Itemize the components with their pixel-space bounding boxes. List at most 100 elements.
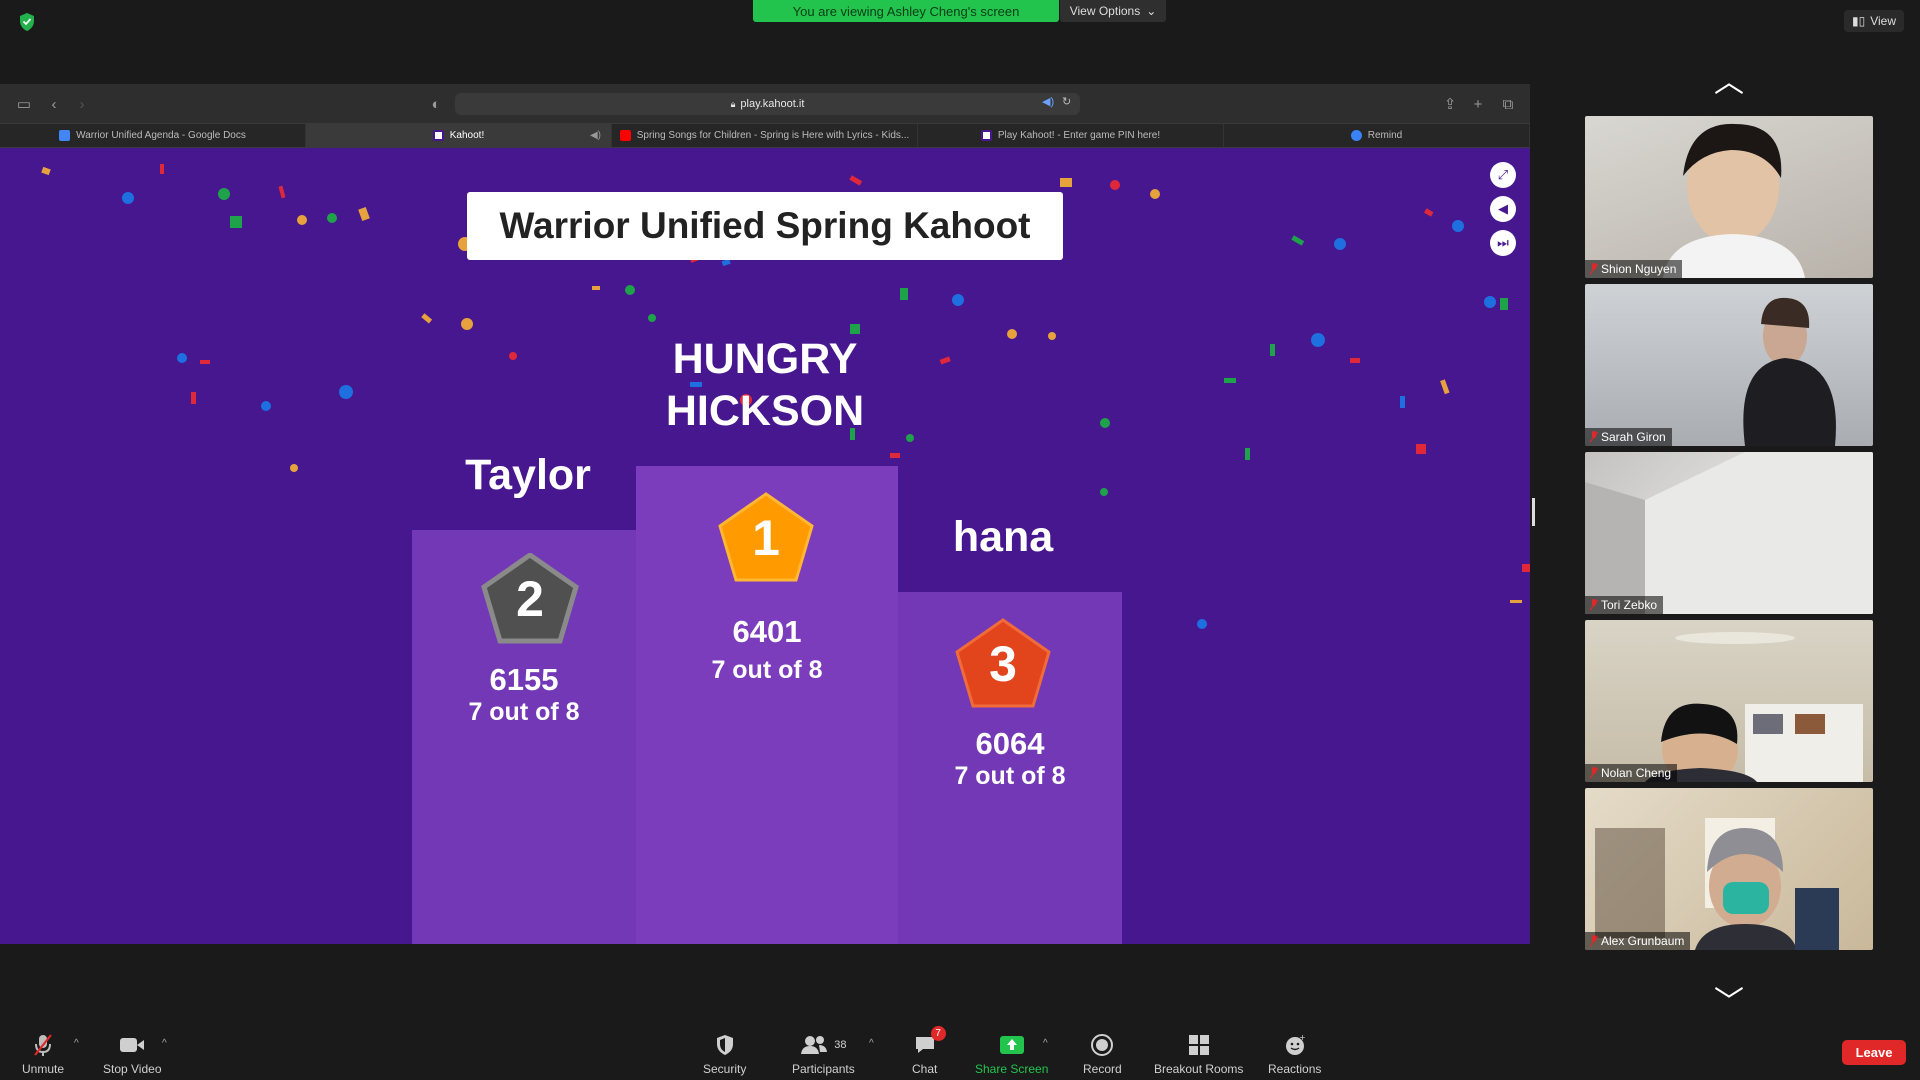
reactions-label: Reactions (1268, 1062, 1322, 1076)
chat-label: Chat (912, 1062, 938, 1076)
address-bar[interactable]: 🔒︎ play.kahoot.it (455, 93, 1080, 115)
volume-icon[interactable]: ◀ (1490, 196, 1516, 222)
muted-mic-icon (1589, 431, 1599, 443)
privacy-shield-icon[interactable]: ◐ (426, 94, 446, 114)
first-place-name: HUNGRY HICKSON (665, 335, 865, 435)
view-options-button[interactable]: View Options ⌄ (1060, 0, 1166, 22)
chevron-down-icon: ⌄ (1146, 4, 1157, 18)
tab-bar: Warrior Unified Agenda - Google Docs Kah… (0, 124, 1530, 148)
muted-mic-icon (1589, 767, 1599, 779)
participant-name: Nolan Cheng (1601, 766, 1672, 780)
video-camera-icon (119, 1032, 145, 1058)
participant-name: Alex Grunbaum (1601, 934, 1685, 948)
shared-browser-window: ▭ ‹ › ◐ 🔒︎ play.kahoot.it ◀) ↻ ⇪ + ⧉ War… (0, 84, 1530, 944)
participants-button[interactable]: 38 Participants (792, 1032, 855, 1076)
record-label: Record (1083, 1062, 1122, 1076)
tab-youtube[interactable]: Spring Songs for Children - Spring is He… (612, 124, 918, 147)
audio-options-caret-icon[interactable]: ^ (74, 1038, 79, 1049)
bronze-medal-icon: 3 (953, 618, 1053, 710)
unmute-label: Unmute (22, 1062, 65, 1076)
participant-name-tag: Shion Nguyen (1585, 260, 1683, 278)
tab-remind[interactable]: Remind (1224, 124, 1530, 147)
youtube-icon (619, 130, 631, 141)
record-icon (1091, 1032, 1114, 1058)
security-button[interactable]: Security (703, 1032, 746, 1076)
video-options-caret-icon[interactable]: ^ (162, 1038, 167, 1049)
share-screen-button[interactable]: Share Screen (975, 1032, 1048, 1076)
second-place-correct: 7 out of 8 (468, 698, 580, 726)
participant-name-tag: Tori Zebko (1585, 596, 1664, 614)
third-place-score: 6064 (975, 726, 1045, 761)
view-label: View (1870, 14, 1896, 28)
remind-icon (1350, 130, 1362, 141)
participants-caret-icon[interactable]: ^ (869, 1038, 874, 1049)
tab-play-kahoot[interactable]: Play Kahoot! - Enter game PIN here! (918, 124, 1224, 147)
chat-button[interactable]: 7 Chat (912, 1026, 946, 1076)
video-tile-alex-grunbaum[interactable]: Alex Grunbaum (1585, 788, 1873, 950)
video-tile-sarah-giron[interactable]: Sarah Giron (1585, 284, 1873, 446)
video-tile-nolan-cheng[interactable]: Nolan Cheng (1585, 620, 1873, 782)
third-place-correct: 7 out of 8 (954, 762, 1066, 790)
silver-medal-icon: 2 (480, 551, 580, 645)
tab-google-docs[interactable]: Warrior Unified Agenda - Google Docs (0, 124, 306, 147)
speaker-icon[interactable]: ◀) (590, 130, 601, 141)
share-screen-label: Share Screen (975, 1062, 1049, 1076)
view-options-label: View Options (1069, 4, 1141, 18)
first-rank-number: 1 (752, 510, 780, 566)
unmute-button[interactable]: Unmute (22, 1032, 64, 1076)
breakout-rooms-icon (1188, 1032, 1210, 1058)
reactions-smiley-icon: + (1284, 1032, 1306, 1058)
video-tile-tori-zebko[interactable]: Tori Zebko (1585, 452, 1873, 614)
tab-overview-icon[interactable]: ⧉ (1498, 94, 1518, 114)
view-button[interactable]: ▮▯ View (1843, 10, 1904, 32)
skip-icon[interactable]: ⏭ (1490, 230, 1516, 256)
chevron-down-icon[interactable]: ﹀ (1712, 986, 1746, 1019)
muted-mic-icon (1589, 599, 1599, 611)
record-button[interactable]: Record (1083, 1032, 1122, 1076)
panel-resize-handle[interactable] (1532, 498, 1535, 526)
audio-playing-icon[interactable]: ◀) (1042, 95, 1054, 108)
tab-kahoot[interactable]: Kahoot! ◀) (306, 124, 612, 147)
participant-video-placeholder (1743, 297, 1836, 446)
share-options-caret-icon[interactable]: ^ (1043, 1038, 1048, 1049)
kahoot-podium-screen: Warrior Unified Spring Kahoot ⤢ ◀ ⏭ HUNG… (0, 148, 1530, 944)
muted-mic-icon (1589, 263, 1599, 275)
breakout-rooms-button[interactable]: Breakout Rooms (1154, 1032, 1243, 1076)
participant-name-tag: Alex Grunbaum (1585, 932, 1691, 950)
reload-icon[interactable]: ↻ (1062, 95, 1071, 108)
participant-name: Shion Nguyen (1601, 262, 1677, 276)
breakout-rooms-label: Breakout Rooms (1154, 1062, 1244, 1076)
second-place-score: 6155 (489, 662, 559, 697)
viewing-screen-banner: You are viewing Ashley Cheng's screen (753, 0, 1059, 22)
sidebar-toggle-icon[interactable]: ▭ (14, 94, 34, 114)
third-place-name: hana (952, 513, 1054, 561)
share-icon[interactable]: ⇪ (1440, 94, 1460, 114)
tab-label: Kahoot! (449, 130, 485, 141)
zoom-top-bar: You are viewing Ashley Cheng's screen Vi… (0, 0, 1920, 84)
stop-video-button[interactable]: Stop Video (103, 1032, 162, 1076)
encryption-shield-icon[interactable] (18, 12, 36, 32)
share-screen-icon (999, 1032, 1025, 1058)
reactions-button[interactable]: + Reactions (1268, 1032, 1321, 1076)
video-tile-shion-nguyen[interactable]: Shion Nguyen (1585, 116, 1873, 278)
chevron-up-icon[interactable]: ︿ (1712, 66, 1746, 99)
new-tab-icon[interactable]: + (1468, 94, 1488, 114)
second-rank-number: 2 (516, 571, 544, 627)
chat-unread-badge: 7 (930, 1026, 946, 1041)
participant-name-tag: Sarah Giron (1585, 428, 1672, 446)
back-arrow-icon[interactable]: ‹ (44, 94, 64, 114)
tab-label: Spring Songs for Children - Spring is He… (636, 130, 910, 141)
leave-button[interactable]: Leave (1842, 1040, 1906, 1065)
kahoot-icon (432, 130, 444, 141)
participant-name-tag: Nolan Cheng (1585, 764, 1678, 782)
browser-toolbar: ▭ ‹ › ◐ 🔒︎ play.kahoot.it ◀) ↻ ⇪ + ⧉ (0, 84, 1530, 124)
first-place-correct: 7 out of 8 (711, 656, 823, 684)
fullscreen-icon[interactable]: ⤢ (1490, 162, 1516, 188)
forward-arrow-icon[interactable]: › (72, 94, 92, 114)
participant-video-placeholder (1595, 818, 1839, 950)
second-place-name: Taylor (465, 451, 591, 499)
url-text: play.kahoot.it (740, 98, 805, 110)
tab-label: Warrior Unified Agenda - Google Docs (76, 130, 246, 141)
participant-video-placeholder (1663, 123, 1805, 278)
kahoot-icon (980, 130, 992, 141)
